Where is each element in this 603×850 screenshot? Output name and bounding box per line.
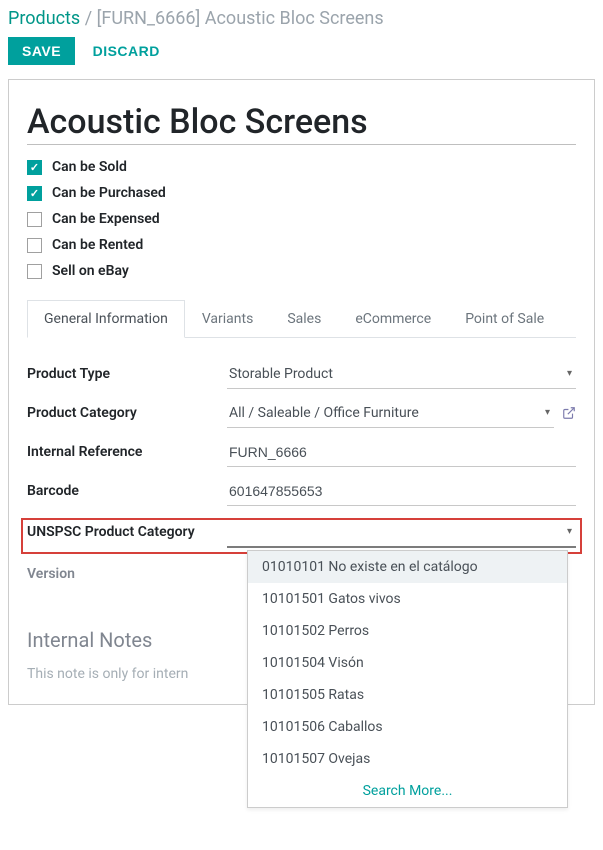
breadcrumb-current: [FURN_6666] Acoustic Bloc Screens [97, 8, 384, 29]
label-internal-reference: Internal Reference [27, 440, 227, 460]
label-product-category: Product Category [27, 401, 227, 421]
dropdown-option[interactable]: 10101505 Ratas [248, 679, 567, 711]
input-internal-reference[interactable] [227, 440, 576, 467]
label-barcode: Barcode [27, 479, 227, 499]
dropdown-option[interactable]: 10101501 Gatos vivos [248, 583, 567, 615]
chevron-down-icon: ▾ [567, 368, 572, 379]
checkbox-label: Can be Rented [52, 237, 143, 253]
checkbox-group: ✓ Can be Sold ✓ Can be Purchased Can be … [27, 159, 576, 279]
input-barcode[interactable] [227, 479, 576, 506]
highlighted-field: UNSPSC Product Category ▾ [21, 518, 582, 554]
check-icon: ✓ [27, 160, 42, 175]
tab-sales[interactable]: Sales [270, 300, 338, 338]
checkbox-can-be-sold[interactable]: ✓ Can be Sold [27, 159, 576, 175]
checkbox-sell-on-ebay[interactable]: Sell on eBay [27, 263, 576, 279]
row-barcode: Barcode [27, 479, 576, 506]
row-internal-reference: Internal Reference [27, 440, 576, 467]
check-icon [27, 238, 42, 253]
dropdown-option[interactable]: 10101504 Visón [248, 647, 567, 679]
check-icon: ✓ [27, 186, 42, 201]
checkbox-can-be-purchased[interactable]: ✓ Can be Purchased [27, 185, 576, 201]
chevron-down-icon: ▾ [545, 407, 550, 418]
select-product-category[interactable]: All / Saleable / Office Furniture ▾ [227, 401, 554, 428]
dropdown-search-more[interactable]: Search More... [248, 775, 567, 807]
form-sheet: Acoustic Bloc Screens ✓ Can be Sold ✓ Ca… [8, 79, 595, 705]
tab-variants[interactable]: Variants [185, 300, 271, 338]
label-version: Version [27, 562, 227, 582]
breadcrumb: Products / [FURN_6666] Acoustic Bloc Scr… [8, 8, 595, 37]
dropdown-option[interactable]: 10101507 Ovejas [248, 743, 567, 775]
save-button[interactable]: SAVE [8, 37, 75, 65]
input-unspsc[interactable] [227, 520, 576, 548]
check-icon [27, 264, 42, 279]
row-product-type: Product Type Storable Product ▾ [27, 362, 576, 389]
select-product-type[interactable]: Storable Product ▾ [227, 362, 576, 389]
checkbox-can-be-expensed[interactable]: Can be Expensed [27, 211, 576, 227]
tab-ecommerce[interactable]: eCommerce [338, 300, 448, 338]
action-bar: SAVE DISCARD [8, 37, 595, 79]
checkbox-label: Can be Sold [52, 159, 127, 175]
dropdown-menu: 01010101 No existe en el catálogo 101015… [247, 550, 568, 808]
row-unspsc: UNSPSC Product Category ▾ [27, 520, 576, 548]
checkbox-label: Can be Expensed [52, 211, 160, 227]
select-value: All / Saleable / Office Furniture [227, 401, 554, 428]
external-link-icon[interactable] [562, 406, 576, 424]
page-title: Acoustic Bloc Screens [27, 102, 576, 145]
label-unspsc: UNSPSC Product Category [27, 520, 227, 540]
select-value: Storable Product [227, 362, 576, 389]
discard-button[interactable]: DISCARD [79, 37, 174, 65]
form-fields: Product Type Storable Product ▾ Product … [27, 338, 576, 682]
chevron-down-icon: ▾ [567, 526, 572, 537]
label-product-type: Product Type [27, 362, 227, 382]
breadcrumb-sep: / [85, 8, 92, 29]
dropdown-option[interactable]: 10101506 Caballos [248, 711, 567, 743]
dropdown-option[interactable]: 10101502 Perros [248, 615, 567, 647]
checkbox-label: Sell on eBay [52, 263, 129, 279]
select-unspsc[interactable]: ▾ [227, 520, 576, 548]
checkbox-can-be-rented[interactable]: Can be Rented [27, 237, 576, 253]
breadcrumb-root[interactable]: Products [8, 8, 80, 29]
tab-point-of-sale[interactable]: Point of Sale [448, 300, 561, 338]
tab-general-information[interactable]: General Information [27, 300, 185, 338]
dropdown-option[interactable]: 01010101 No existe en el catálogo [248, 551, 567, 583]
row-product-category: Product Category All / Saleable / Office… [27, 401, 576, 428]
checkbox-label: Can be Purchased [52, 185, 166, 201]
check-icon [27, 212, 42, 227]
tab-bar: General Information Variants Sales eComm… [27, 299, 576, 338]
